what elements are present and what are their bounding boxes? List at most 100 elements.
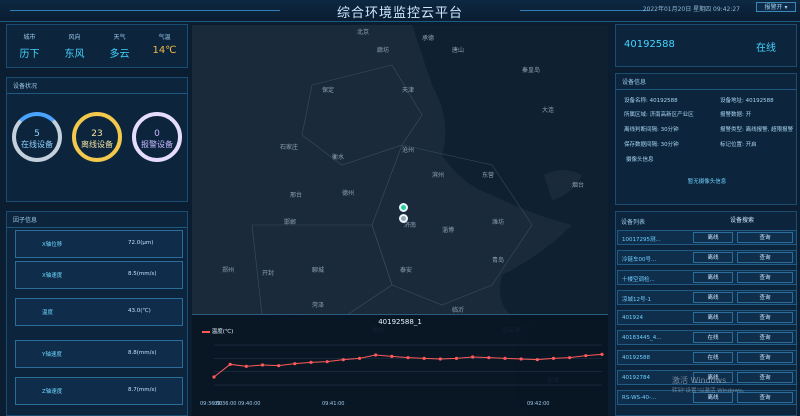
device-row[interactable]: 401924 离线 查询 — [617, 310, 797, 325]
offline-ring[interactable]: 23 离线设备 — [72, 112, 122, 162]
chart-point[interactable] — [357, 356, 362, 360]
map-city-label: 衡水 — [332, 154, 345, 161]
chart-point[interactable] — [422, 356, 426, 360]
chart-point[interactable] — [454, 356, 459, 360]
device-row-name[interactable]: 40192588 — [622, 355, 650, 361]
factor-value: 8.7(mm/s) — [128, 387, 157, 393]
device-row[interactable]: 十楼空调检... 离线 查询 — [617, 270, 797, 285]
chart-point[interactable] — [503, 356, 507, 360]
device-search-button[interactable]: 设备搜索 — [722, 215, 762, 225]
device-info-line: 报警数据: 开 — [720, 112, 752, 118]
chart-point[interactable] — [519, 357, 523, 361]
chart-point[interactable] — [584, 354, 588, 358]
chart-point[interactable] — [551, 356, 556, 360]
chart-point[interactable] — [471, 355, 475, 359]
online-ring[interactable]: 5 在线设备 — [12, 112, 62, 162]
chart-panel: 40192588_1 温度(℃) 09:36:00 09:36:00 09:40:0… — [192, 314, 608, 416]
factor-item[interactable]: X轴速度 8.5(mm/s) — [15, 261, 183, 289]
factor-item[interactable]: Z轴速度 8.7(mm/s) — [15, 377, 183, 405]
device-row[interactable]: 凉城12号-1 离线 查询 — [617, 290, 797, 305]
weather-item: 气温 14℃ — [142, 32, 187, 60]
device-row[interactable]: 40183445_4... 在线 查询 — [617, 330, 797, 345]
device-row-query-button[interactable]: 查询 — [737, 372, 793, 383]
device-row-query-button[interactable]: 查询 — [737, 292, 793, 303]
device-row-name[interactable]: 凉城12号-1 — [622, 295, 651, 303]
map-city-label: 烟台 — [572, 182, 585, 189]
device-list-title: 设备列表 — [621, 219, 646, 226]
chart-point[interactable] — [438, 357, 442, 361]
device-row-status: 离线 — [693, 252, 733, 263]
map-city-label: 廊坊 — [377, 47, 390, 54]
device-row-query-button[interactable]: 查询 — [737, 232, 793, 243]
chart-point[interactable] — [535, 358, 539, 362]
device-row[interactable]: 冷链车00号... 离线 查询 — [617, 250, 797, 265]
device-row-name[interactable]: 冷链车00号... — [622, 255, 656, 263]
map-marker-offline[interactable] — [399, 214, 408, 223]
chart-point[interactable] — [212, 375, 216, 379]
factor-title: 因子信息 — [7, 212, 187, 228]
weather-label: 天气 — [113, 34, 126, 41]
map-city-label: 青岛 — [492, 257, 505, 264]
weather-value: 东风 — [64, 49, 85, 60]
alarm-count: 0 — [154, 129, 160, 139]
page-title: 综合环境监控云平台 — [336, 6, 463, 21]
datetime: 2022年01月20日 星期四 09:42:27 — [642, 6, 740, 13]
chart-point[interactable] — [325, 360, 329, 364]
map-city-label: 德州 — [342, 190, 355, 197]
chart-point[interactable] — [600, 352, 604, 356]
chart-x-tick: 09:36:00 — [214, 401, 236, 407]
device-row-name[interactable]: RS-WS-40-... — [622, 395, 656, 401]
chart-point[interactable] — [277, 364, 281, 368]
device-row[interactable]: 10017295测... 离线 查询 — [617, 230, 797, 245]
map-city-label: 潍坊 — [492, 219, 505, 226]
factor-item[interactable]: X轴位移 72.0(μm) — [15, 230, 183, 258]
device-row[interactable]: 40192588 在线 查询 — [617, 350, 797, 365]
map-city-label: 邯郸 — [284, 219, 297, 226]
factor-label: X轴位移 — [42, 242, 63, 248]
map-city-label: 滨州 — [432, 172, 445, 179]
alarm-ring[interactable]: 0 报警设备 — [132, 112, 182, 162]
factor-item[interactable]: 温度 43.0(℃) — [15, 298, 183, 326]
chart-point[interactable] — [341, 358, 345, 362]
factor-item[interactable]: Y轴速度 8.8(mm/s) — [15, 340, 183, 368]
no-camera-text: 暂无摄像头信息 — [687, 179, 727, 185]
device-status-panel: 设备状况 5 在线设备 23 离线设备 0 报警设备 — [6, 77, 188, 202]
chart-point[interactable] — [260, 363, 265, 367]
header-line-right — [520, 10, 650, 11]
chart-point[interactable] — [244, 364, 248, 368]
chart-x-tick: 09:40:00 — [238, 401, 260, 407]
device-row-name[interactable]: 40192784 — [622, 375, 650, 381]
chart-point[interactable] — [228, 362, 232, 366]
map-city-label: 大连 — [542, 107, 555, 114]
factor-label: Z轴速度 — [42, 389, 63, 395]
offline-count: 23 — [91, 129, 103, 139]
chart-x-tick: 09:41:00 — [322, 401, 344, 407]
device-row-status: 离线 — [693, 272, 733, 283]
device-status-title: 设备状况 — [7, 78, 187, 94]
weather-panel: 城市 历下 风向 东风 天气 多云 气温 14℃ — [6, 24, 188, 68]
chart-point[interactable] — [309, 360, 313, 364]
chart-point[interactable] — [293, 362, 297, 366]
device-row-name[interactable]: 10017295测... — [622, 235, 661, 243]
chart-point[interactable] — [568, 356, 572, 360]
status-rings: 5 在线设备 23 离线设备 0 报警设备 — [7, 112, 187, 162]
map-city-label: 唐山 — [452, 47, 465, 54]
device-row-query-button[interactable]: 查询 — [737, 352, 793, 363]
map-marker-online[interactable] — [399, 203, 408, 212]
map-city-label: 北京 — [357, 29, 370, 36]
device-row-query-button[interactable]: 查询 — [737, 312, 793, 323]
device-row-query-button[interactable]: 查询 — [737, 272, 793, 283]
chart-point[interactable] — [390, 354, 394, 358]
dashboard: 综合环境监控云平台 2022年01月20日 星期四 09:42:27 报警开 ▾… — [0, 0, 800, 416]
alarm-toggle-menu[interactable]: 报警开 ▾ — [756, 2, 796, 12]
chart-point[interactable] — [374, 353, 378, 357]
device-row-query-button[interactable]: 查询 — [737, 332, 793, 343]
device-row-name[interactable]: 40183445_4... — [622, 335, 662, 341]
device-row-name[interactable]: 401924 — [622, 315, 643, 321]
device-row-query-button[interactable]: 查询 — [737, 252, 793, 263]
chart-point[interactable] — [487, 356, 491, 360]
device-row-name[interactable]: 十楼空调检... — [622, 275, 655, 283]
weather-label: 气温 — [158, 34, 171, 41]
chart-point[interactable] — [406, 356, 410, 360]
device-row-status: 在线 — [693, 332, 733, 343]
